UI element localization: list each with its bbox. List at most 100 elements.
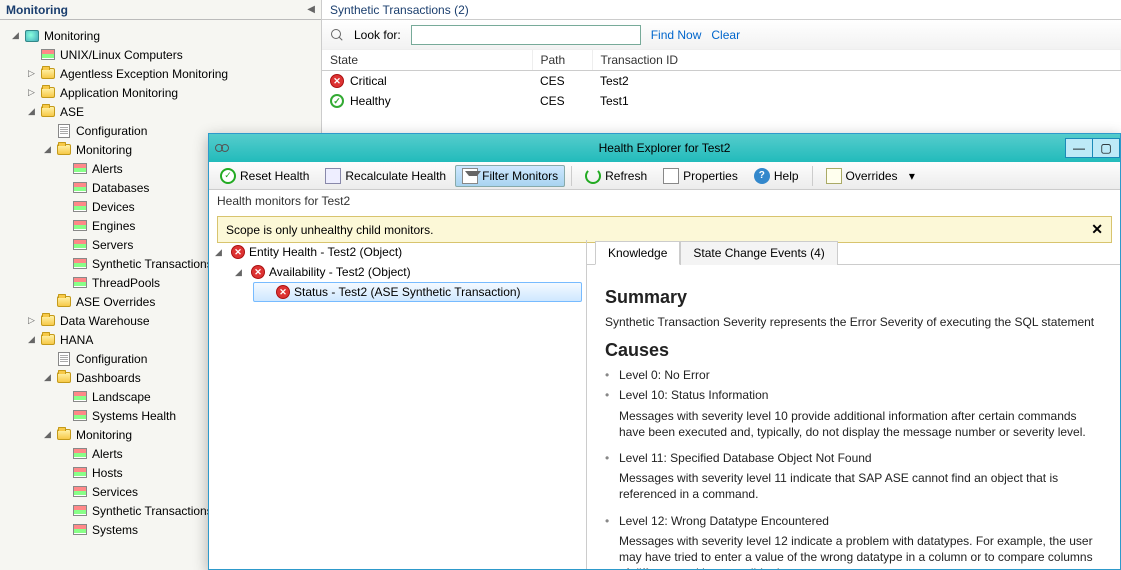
expander-icon[interactable] [258,287,269,298]
expander-icon[interactable]: ◢ [26,334,37,345]
expander-icon[interactable]: ◢ [213,247,224,258]
minimize-button[interactable]: — [1065,138,1093,158]
health-tree[interactable]: ◢ Entity Health - Test2 (Object) ◢ Availabi… [209,240,587,569]
reset-health-button[interactable]: Reset Health [213,165,316,187]
tree-item-label: UNIX/Linux Computers [60,48,183,62]
maximize-button[interactable]: ▢ [1092,138,1120,158]
folder-icon [40,66,56,82]
tree-item-label: ASE [60,105,84,119]
recalculate-health-button[interactable]: Recalculate Health [318,165,453,187]
expander-icon[interactable]: ▷ [26,68,37,79]
close-scope-button[interactable]: ✕ [1091,221,1103,238]
tree-item-label: Dashboards [76,371,141,385]
knowledge-panel: Summary Synthetic Transaction Severity r… [587,265,1120,569]
chevron-down-icon: ▾ [909,169,915,183]
properties-button[interactable]: Properties [656,165,745,187]
tree-item-label: Hosts [92,466,123,480]
expander-icon[interactable]: ◢ [26,106,37,117]
grid-icon [72,199,88,215]
tree-item[interactable]: ◢Monitoring [4,26,321,45]
tree-item-label: Landscape [92,390,151,404]
expander-icon[interactable] [58,258,69,269]
expander-icon[interactable] [58,391,69,402]
expander-icon[interactable] [58,182,69,193]
col-path[interactable]: Path [532,50,592,71]
health-tree-label: Availability - Test2 (Object) [269,265,411,279]
expander-icon[interactable]: ◢ [42,372,53,383]
health-tree-item[interactable]: ◢ Entity Health - Test2 (Object) [213,242,582,262]
expander-icon[interactable]: ◢ [10,30,21,41]
table-row[interactable]: CriticalCESTest2 [322,71,1121,92]
tree-item[interactable]: ▷Agentless Exception Monitoring [4,64,321,83]
folder-icon [56,142,72,158]
state-icon [330,94,344,108]
tree-item-label: Databases [92,181,149,195]
grid-icon [72,256,88,272]
expander-icon[interactable] [58,467,69,478]
tab-strip: Knowledge State Change Events (4) [587,240,1120,265]
expander-icon[interactable] [58,524,69,535]
tree-item-label: Engines [92,219,135,233]
find-now-link[interactable]: Find Now [651,28,702,42]
tree-item[interactable]: UNIX/Linux Computers [4,45,321,64]
look-for-input[interactable] [411,25,641,45]
health-tree-label: Entity Health - Test2 (Object) [249,245,402,259]
expander-icon[interactable] [58,201,69,212]
collapse-panel-icon[interactable]: ◀ [307,4,315,15]
overrides-button[interactable]: Overrides ▾ [819,165,922,187]
check-icon [220,168,236,184]
refresh-button[interactable]: Refresh [578,165,654,187]
tree-item-label: Synthetic Transactions [92,504,213,518]
expander-icon[interactable]: ◢ [42,429,53,440]
search-icon [330,28,344,42]
expander-icon[interactable]: ▷ [26,315,37,326]
health-tree-item[interactable]: Status - Test2 (ASE Synthetic Transactio… [253,282,582,302]
grid-icon [72,275,88,291]
tree-item-label: Synthetic Transactions [92,257,213,271]
tree-item-label: Alerts [92,162,123,176]
grid-icon [72,465,88,481]
cause-detail: Messages with severity level 12 indicate… [605,533,1102,569]
expander-icon[interactable] [58,486,69,497]
expander-icon[interactable] [58,277,69,288]
expander-icon[interactable] [42,125,53,136]
tab-state-change-events[interactable]: State Change Events (4) [680,241,837,265]
tree-item[interactable]: ◢ ASE [4,102,321,121]
expander-icon[interactable] [26,49,37,60]
expander-icon[interactable] [58,505,69,516]
filter-icon [462,168,478,184]
expander-icon[interactable]: ◢ [42,144,53,155]
refresh-icon [585,168,601,184]
expander-icon[interactable] [58,220,69,231]
clear-link[interactable]: Clear [711,28,740,42]
separator [812,166,813,186]
expander-icon[interactable]: ◢ [233,267,244,278]
table-row[interactable]: HealthyCESTest1 [322,91,1121,111]
tree-item-label: Systems Health [92,409,176,423]
grid-icon [72,484,88,500]
grid-icon [40,47,56,63]
grid-icon [72,408,88,424]
folder-icon [40,85,56,101]
tree-item-label: Monitoring [76,143,132,157]
expander-icon[interactable] [42,353,53,364]
help-button[interactable]: Help [747,165,806,187]
expander-icon[interactable] [58,163,69,174]
health-explorer-window: Health Explorer for Test2 — ▢ Reset Heal… [208,133,1121,570]
expander-icon[interactable]: ▷ [26,87,37,98]
expander-icon[interactable] [58,239,69,250]
col-tid[interactable]: Transaction ID [592,50,1121,71]
tab-knowledge[interactable]: Knowledge [595,241,680,265]
overrides-icon [826,168,842,184]
filter-monitors-button[interactable]: Filter Monitors [455,165,565,187]
tree-item[interactable]: ▷ Application Monitoring [4,83,321,102]
state-label: Critical [350,74,387,88]
folder-icon [56,427,72,443]
col-state[interactable]: State [322,50,532,71]
tree-item-label: Application Monitoring [60,86,178,100]
health-tree-item[interactable]: ◢ Availability - Test2 (Object) [233,262,582,282]
expander-icon[interactable] [42,296,53,307]
expander-icon[interactable] [58,410,69,421]
expander-icon[interactable] [58,448,69,459]
window-titlebar[interactable]: Health Explorer for Test2 — ▢ [209,134,1120,162]
